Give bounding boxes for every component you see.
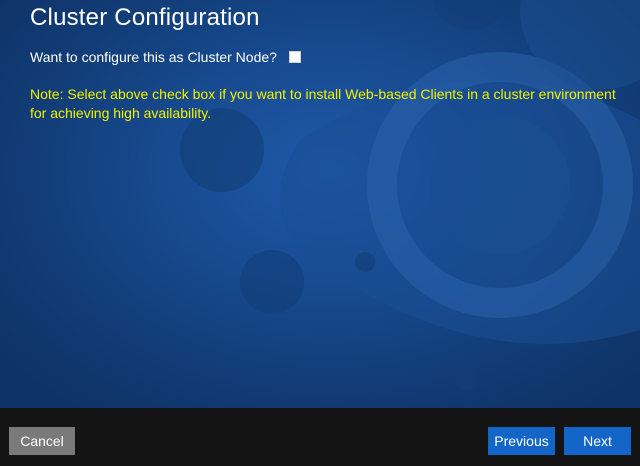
previous-button[interactable]: Previous [488, 427, 555, 455]
cluster-node-row: Want to configure this as Cluster Node? [30, 49, 301, 65]
page-title: Cluster Configuration [30, 4, 260, 31]
footer-bar: Cancel Previous Next [0, 408, 640, 466]
cancel-button[interactable]: Cancel [9, 427, 75, 455]
cluster-note-text: Note: Select above check box if you want… [30, 86, 616, 121]
cluster-node-label: Want to configure this as Cluster Node? [30, 49, 277, 65]
cluster-node-checkbox[interactable] [288, 51, 301, 63]
next-button[interactable]: Next [564, 427, 631, 455]
content-panel: Cluster Configuration Want to configure … [0, 0, 640, 408]
